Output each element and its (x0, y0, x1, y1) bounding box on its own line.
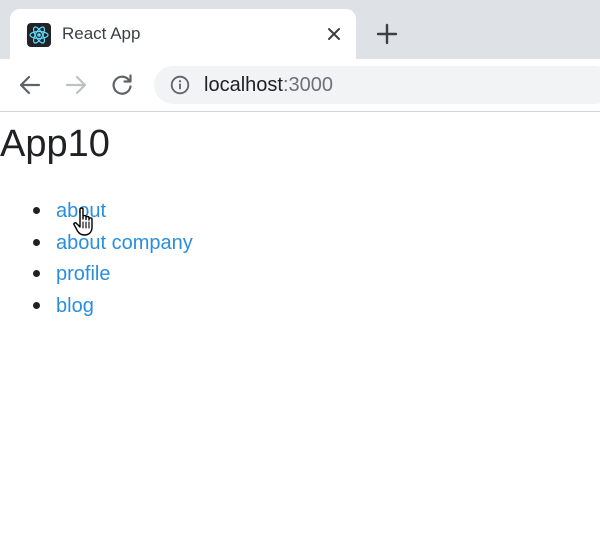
list-item: blog (0, 291, 193, 323)
reload-icon[interactable] (108, 71, 136, 99)
page-content: App10 about about company profile blog (0, 112, 600, 552)
url-host: localhost (204, 74, 283, 96)
page-title: App10 (0, 123, 110, 165)
link-about[interactable]: about (56, 200, 106, 222)
bullet (33, 301, 40, 309)
react-logo-icon (27, 23, 51, 47)
link-blog[interactable]: blog (56, 295, 94, 317)
bullet (33, 207, 40, 214)
list-item: about (0, 196, 193, 228)
info-icon[interactable] (170, 75, 190, 95)
link-about-company[interactable]: about company (56, 232, 193, 254)
tab-strip: React App (0, 0, 600, 59)
nav-link-list: about about company profile blog (0, 196, 193, 322)
bullet (33, 238, 40, 246)
list-item: profile (0, 259, 193, 291)
browser-window: React App localhost:3000 App10 about abo… (0, 0, 600, 552)
close-icon[interactable] (323, 23, 345, 45)
url-text: localhost:3000 (204, 73, 333, 97)
address-bar[interactable]: localhost:3000 (154, 66, 600, 104)
arrow-left-icon[interactable] (16, 71, 44, 99)
tab-react-app[interactable]: React App (10, 9, 356, 59)
bullet (33, 270, 40, 277)
list-item: about company (0, 228, 193, 260)
link-profile[interactable]: profile (56, 263, 110, 285)
url-port: :3000 (282, 74, 333, 96)
arrow-right-icon[interactable] (62, 71, 90, 99)
browser-toolbar: localhost:3000 (0, 59, 600, 112)
tab-title: React App (62, 24, 141, 43)
plus-icon[interactable] (375, 22, 399, 46)
